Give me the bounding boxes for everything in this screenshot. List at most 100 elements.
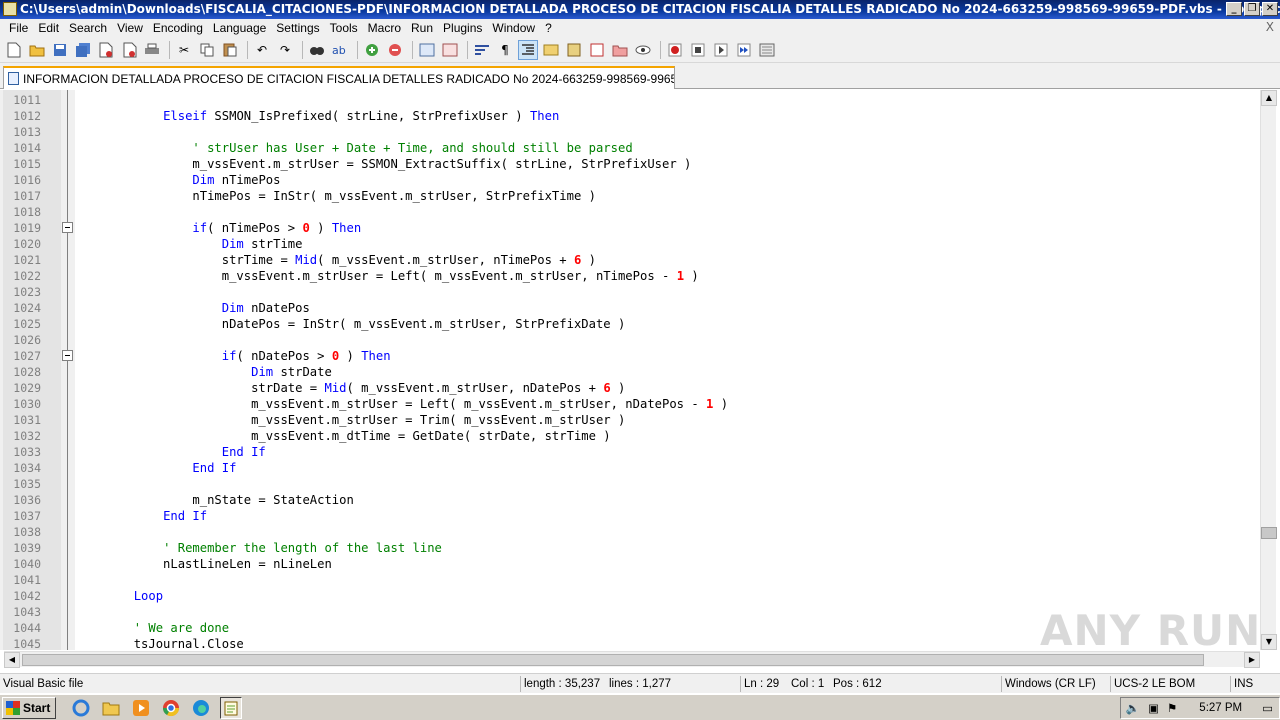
zoom-in-icon[interactable] (362, 40, 382, 60)
code-line[interactable]: 1038 (0, 524, 1258, 540)
code-line[interactable]: 1037 End If (0, 508, 1258, 524)
code-line[interactable]: 1029 strDate = Mid( m_vssEvent.m_strUser… (0, 380, 1258, 396)
new-file-icon[interactable] (4, 40, 24, 60)
code-line[interactable]: 1028 Dim strDate (0, 364, 1258, 380)
menu-language[interactable]: Language (208, 19, 271, 37)
document-map-icon[interactable] (564, 40, 584, 60)
monitoring-eye-icon[interactable] (633, 40, 653, 60)
code-line[interactable]: 1031 m_vssEvent.m_strUser = Trim( m_vssE… (0, 412, 1258, 428)
play-macro-icon[interactable] (711, 40, 731, 60)
sync-horizontal-icon[interactable] (440, 40, 460, 60)
open-file-icon[interactable] (27, 40, 47, 60)
paste-icon[interactable] (220, 40, 240, 60)
volume-icon[interactable]: 🔈 (1126, 701, 1140, 715)
undo-icon[interactable]: ↶ (252, 40, 272, 60)
redo-icon[interactable]: ↷ (275, 40, 295, 60)
sync-vertical-icon[interactable] (417, 40, 437, 60)
code-line[interactable]: 1025 nDatePos = InStr( m_vssEvent.m_strU… (0, 316, 1258, 332)
code-line[interactable]: 1035 (0, 476, 1258, 492)
code-line[interactable]: 1041 (0, 572, 1258, 588)
restore-button[interactable]: ❐ (1244, 2, 1260, 16)
cut-icon[interactable]: ✂ (174, 40, 194, 60)
vertical-scrollbar[interactable]: ▲ ▼ (1260, 90, 1277, 650)
code-line[interactable]: 1011 (0, 92, 1258, 108)
record-macro-icon[interactable] (665, 40, 685, 60)
code-line[interactable]: 1032 m_vssEvent.m_dtTime = GetDate( strD… (0, 428, 1258, 444)
save-icon[interactable] (50, 40, 70, 60)
code-line[interactable]: 1017 nTimePos = InStr( m_vssEvent.m_strU… (0, 188, 1258, 204)
menu-settings[interactable]: Settings (271, 19, 324, 37)
find-icon[interactable] (307, 40, 327, 60)
code-line[interactable]: 1022 m_vssEvent.m_strUser = Left( m_vssE… (0, 268, 1258, 284)
menu-help[interactable]: ? (540, 19, 557, 37)
code-line[interactable]: 1026 (0, 332, 1258, 348)
menu-macro[interactable]: Macro (363, 19, 406, 37)
fold-toggle-minus-icon[interactable] (62, 350, 73, 361)
close-icon[interactable] (96, 40, 116, 60)
flag-icon[interactable]: ⚑ (1167, 701, 1177, 715)
menu-search[interactable]: Search (64, 19, 112, 37)
code-line[interactable]: 1016 Dim nTimePos (0, 172, 1258, 188)
stop-macro-icon[interactable] (688, 40, 708, 60)
menu-plugins[interactable]: Plugins (438, 19, 487, 37)
code-line[interactable]: 1027 if( nDatePos > 0 ) Then (0, 348, 1258, 364)
zoom-out-icon[interactable] (385, 40, 405, 60)
menu-edit[interactable]: Edit (33, 19, 64, 37)
notepad-plus-plus-icon[interactable] (220, 696, 242, 719)
network-icon[interactable]: ▣ (1148, 701, 1159, 715)
minimize-button[interactable]: _ (1226, 2, 1242, 16)
folder-workspace-icon[interactable] (610, 40, 630, 60)
code-line[interactable]: 1020 Dim strTime (0, 236, 1258, 252)
horizontal-scroll-thumb[interactable] (22, 654, 1204, 666)
start-button[interactable]: Start (2, 696, 56, 719)
menu-tools[interactable]: Tools (325, 19, 363, 37)
menu-view[interactable]: View (112, 19, 148, 37)
scroll-up-arrow-icon[interactable]: ▲ (1261, 90, 1277, 106)
close-all-icon[interactable] (119, 40, 139, 60)
print-icon[interactable] (142, 40, 162, 60)
ie-icon[interactable] (70, 697, 92, 719)
menu-run[interactable]: Run (406, 19, 438, 37)
code-line[interactable]: 1015 m_vssEvent.m_strUser = SSMON_Extrac… (0, 156, 1258, 172)
scroll-left-arrow-icon[interactable]: ◀ (4, 652, 20, 668)
code-line[interactable]: 1014 ' strUser has User + Date + Time, a… (0, 140, 1258, 156)
run-macro-multiple-icon[interactable] (734, 40, 754, 60)
code-line[interactable]: 1013 (0, 124, 1258, 140)
code-line[interactable]: 1030 m_vssEvent.m_strUser = Left( m_vssE… (0, 396, 1258, 412)
save-all-icon[interactable] (73, 40, 93, 60)
explorer-icon[interactable] (100, 697, 122, 719)
word-wrap-icon[interactable] (472, 40, 492, 60)
vertical-scroll-thumb[interactable] (1261, 527, 1277, 539)
show-all-characters-icon[interactable]: ¶ (495, 40, 515, 60)
replace-icon[interactable]: ab (330, 40, 350, 60)
code-line[interactable]: 1012 Elseif SSMON_IsPrefixed( strLine, S… (0, 108, 1258, 124)
code-line[interactable]: 1024 Dim nDatePos (0, 300, 1258, 316)
code-line[interactable]: 1040 nLastLineLen = nLineLen (0, 556, 1258, 572)
scroll-down-arrow-icon[interactable]: ▼ (1261, 634, 1277, 650)
indent-guide-icon[interactable] (518, 39, 538, 60)
code-line[interactable]: 1023 (0, 284, 1258, 300)
close-document-x[interactable]: X (1266, 20, 1274, 34)
media-player-icon[interactable] (130, 697, 152, 719)
code-line[interactable]: 1039 ' Remember the length of the last l… (0, 540, 1258, 556)
chrome-icon[interactable] (160, 697, 182, 719)
code-line[interactable]: 1042 Loop (0, 588, 1258, 604)
tab-document[interactable]: INFORMACION DETALLADA PROCESO DE CITACIO… (3, 66, 675, 89)
copy-icon[interactable] (197, 40, 217, 60)
user-defined-language-icon[interactable] (541, 40, 561, 60)
code-line[interactable]: 1019 if( nTimePos > 0 ) Then (0, 220, 1258, 236)
show-desktop-icon[interactable]: ▭ (1262, 701, 1273, 715)
clock[interactable]: 5:27 PM (1199, 702, 1242, 714)
edge-icon[interactable] (190, 697, 212, 719)
code-line[interactable]: 1018 (0, 204, 1258, 220)
code-line[interactable]: 1021 strTime = Mid( m_vssEvent.m_strUser… (0, 252, 1258, 268)
menu-window[interactable]: Window (487, 19, 540, 37)
close-button[interactable]: ✕ (1262, 2, 1278, 16)
code-editor[interactable]: 1011 1012 Elseif SSMON_IsPrefixed( strLin… (0, 90, 1280, 650)
save-macro-icon[interactable] (757, 40, 777, 60)
menu-file[interactable]: File (4, 19, 33, 37)
code-line[interactable]: 1034 End If (0, 460, 1258, 476)
menu-encoding[interactable]: Encoding (148, 19, 208, 37)
function-list-icon[interactable] (587, 40, 607, 60)
code-line[interactable]: 1036 m_nState = StateAction (0, 492, 1258, 508)
